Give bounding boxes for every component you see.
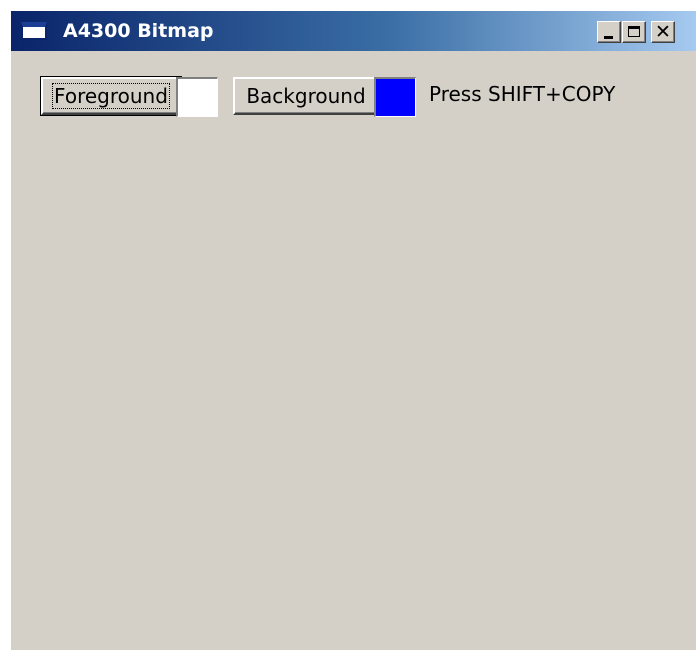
- foreground-color-swatch: [176, 77, 218, 117]
- close-icon: ✕: [655, 21, 671, 43]
- foreground-button-label: Foreground: [52, 83, 170, 109]
- instruction-text: Press SHIFT+COPY: [429, 82, 616, 106]
- maximize-icon: [628, 26, 640, 37]
- app-window: A4300 Bitmap ✕ Foreground Background Pre…: [10, 10, 696, 650]
- window-title: A4300 Bitmap: [63, 20, 214, 42]
- background-button[interactable]: Background: [233, 77, 379, 115]
- maximize-button[interactable]: [622, 21, 646, 43]
- title-bar[interactable]: A4300 Bitmap ✕: [11, 11, 696, 51]
- window-icon[interactable]: [21, 22, 47, 40]
- minimize-button[interactable]: [597, 21, 621, 43]
- minimize-icon: [604, 36, 613, 39]
- foreground-button[interactable]: Foreground: [40, 76, 182, 116]
- close-button[interactable]: ✕: [651, 21, 675, 43]
- background-button-label: Background: [246, 84, 366, 108]
- background-color-swatch: [374, 77, 416, 117]
